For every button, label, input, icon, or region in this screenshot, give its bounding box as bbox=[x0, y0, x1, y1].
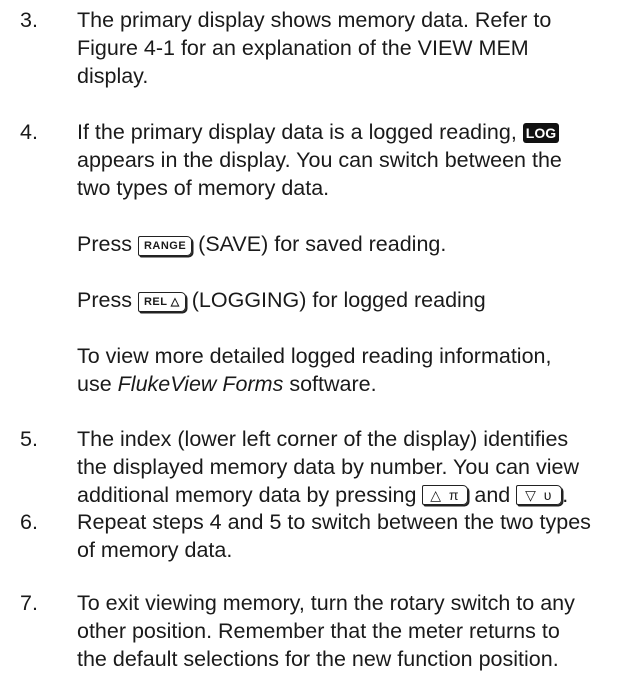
manual-page: 3. The primary display shows memory data… bbox=[0, 0, 644, 675]
up-arrow-key: △ π bbox=[422, 485, 469, 505]
step-text-line: To exit viewing memory, turn the rotary … bbox=[77, 591, 575, 615]
step-number: 4. bbox=[20, 120, 38, 144]
step-number: 5. bbox=[20, 427, 38, 451]
step-text-line: of memory data. bbox=[77, 538, 233, 562]
step-number: 3. bbox=[20, 8, 38, 32]
software-name: FlukeView Forms bbox=[117, 372, 284, 396]
step-text-line: the default selections for the new funct… bbox=[77, 647, 559, 671]
step-text-line: Repeat steps 4 and 5 to switch between t… bbox=[77, 510, 591, 534]
step-text-line: The index (lower left corner of the disp… bbox=[77, 427, 569, 451]
step-number: 6. bbox=[20, 510, 38, 534]
press-rel-instruction: Press REL △ (LOGGING) for logged reading bbox=[77, 288, 486, 312]
press-range-instruction: Press RANGE (SAVE) for saved reading. bbox=[77, 232, 447, 256]
step-text-line: the displayed memory data by number. You… bbox=[77, 455, 579, 479]
step-text-line: The primary display shows memory data. R… bbox=[77, 8, 552, 32]
range-key: RANGE bbox=[137, 236, 193, 256]
step-text-line: appears in the display. You can switch b… bbox=[77, 148, 562, 172]
step-text-line: Figure 4-1 for an explanation of the VIE… bbox=[77, 36, 529, 60]
step-text-line: other position. Remember that the meter … bbox=[77, 619, 560, 643]
down-arrow-key: ▽ υ bbox=[516, 485, 563, 505]
step-text-line: two types of memory data. bbox=[77, 176, 330, 200]
view-more-info: To view more detailed logged reading inf… bbox=[77, 344, 552, 396]
step-number: 7. bbox=[20, 591, 38, 615]
log-indicator: LOG bbox=[522, 123, 560, 143]
step-text: If the primary display data is a logged … bbox=[77, 120, 517, 144]
rel-delta-key: REL △ bbox=[137, 292, 186, 312]
step-text-line: display. bbox=[77, 64, 149, 88]
